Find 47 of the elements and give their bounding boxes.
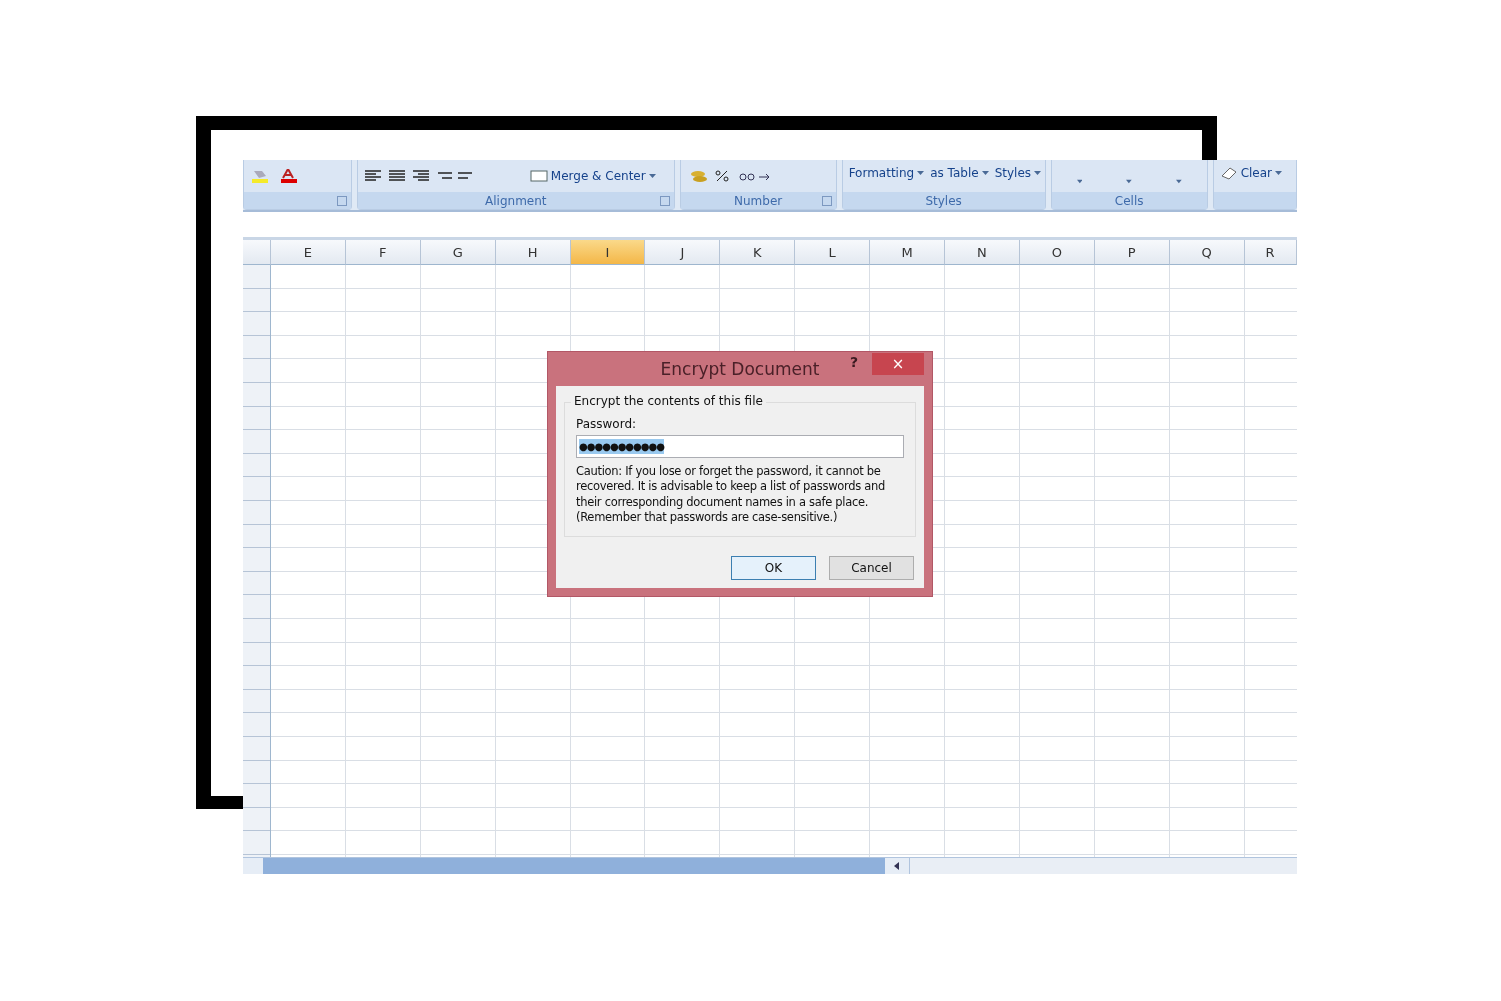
group-label: Alignment <box>485 193 547 208</box>
column-header[interactable]: G <box>420 240 496 265</box>
styles-button[interactable]: as Table <box>930 166 989 180</box>
group-label: Styles <box>925 193 962 208</box>
caret-icon[interactable] <box>981 171 989 175</box>
column-header[interactable]: K <box>720 240 796 265</box>
align-left-icon[interactable] <box>363 170 382 182</box>
column-header[interactable]: Q <box>1169 240 1245 265</box>
help-button[interactable]: ? <box>850 354 859 370</box>
password-field[interactable]: ●●●●●●●●●●● <box>576 435 904 458</box>
group-label: Encrypt the contents of this file <box>571 394 766 408</box>
dialog-title: Encrypt Document <box>660 359 820 379</box>
column-header[interactable]: M <box>870 240 945 265</box>
caret-icon[interactable] <box>648 174 656 178</box>
ok-button[interactable]: OK <box>731 556 816 580</box>
caret-icon[interactable] <box>1126 178 1132 184</box>
column-header[interactable]: O <box>1019 240 1095 265</box>
percent-icon[interactable] <box>714 170 729 182</box>
merge-icon <box>529 170 548 182</box>
caret-icon[interactable] <box>1076 178 1083 184</box>
group-label: Cells <box>1114 193 1144 208</box>
align-right-icon[interactable] <box>411 170 430 182</box>
close-button[interactable]: × <box>872 353 924 375</box>
caret-icon[interactable] <box>1175 178 1182 184</box>
cancel-button[interactable]: Cancel <box>829 556 914 580</box>
caret-icon[interactable] <box>1275 171 1282 175</box>
column-header[interactable]: E <box>271 240 346 265</box>
password-label: Password: <box>576 417 638 431</box>
eraser-icon <box>1219 166 1238 180</box>
column-header[interactable]: L <box>795 240 871 265</box>
column-header[interactable]: P <box>1094 240 1170 265</box>
column-header[interactable]: H <box>495 240 571 265</box>
styles-button[interactable]: Styles <box>994 166 1042 180</box>
caret-icon[interactable] <box>917 171 925 175</box>
caret-icon[interactable] <box>1034 171 1042 175</box>
column-header[interactable]: J <box>645 240 721 265</box>
align-center-icon[interactable] <box>387 170 406 182</box>
caution-text: Caution: If you lose or forget the password, it cannot be recovered. It is advisable to keep a list of passwords and their corresponding document names in a safe place. (Remember that passwords are case-sensitive.) <box>576 464 886 526</box>
column-header[interactable]: R <box>1244 240 1297 265</box>
styles-button[interactable]: Formatting <box>848 166 925 180</box>
font-color-icon[interactable] <box>278 169 300 183</box>
column-header[interactable]: F <box>345 240 421 265</box>
group-label: Number <box>734 193 783 208</box>
column-header[interactable]: N <box>945 240 1020 265</box>
column-header[interactable]: I <box>570 240 646 265</box>
merge-center-button[interactable]: Merge & Center <box>529 169 656 183</box>
clear-button[interactable]: Clear <box>1219 166 1282 180</box>
